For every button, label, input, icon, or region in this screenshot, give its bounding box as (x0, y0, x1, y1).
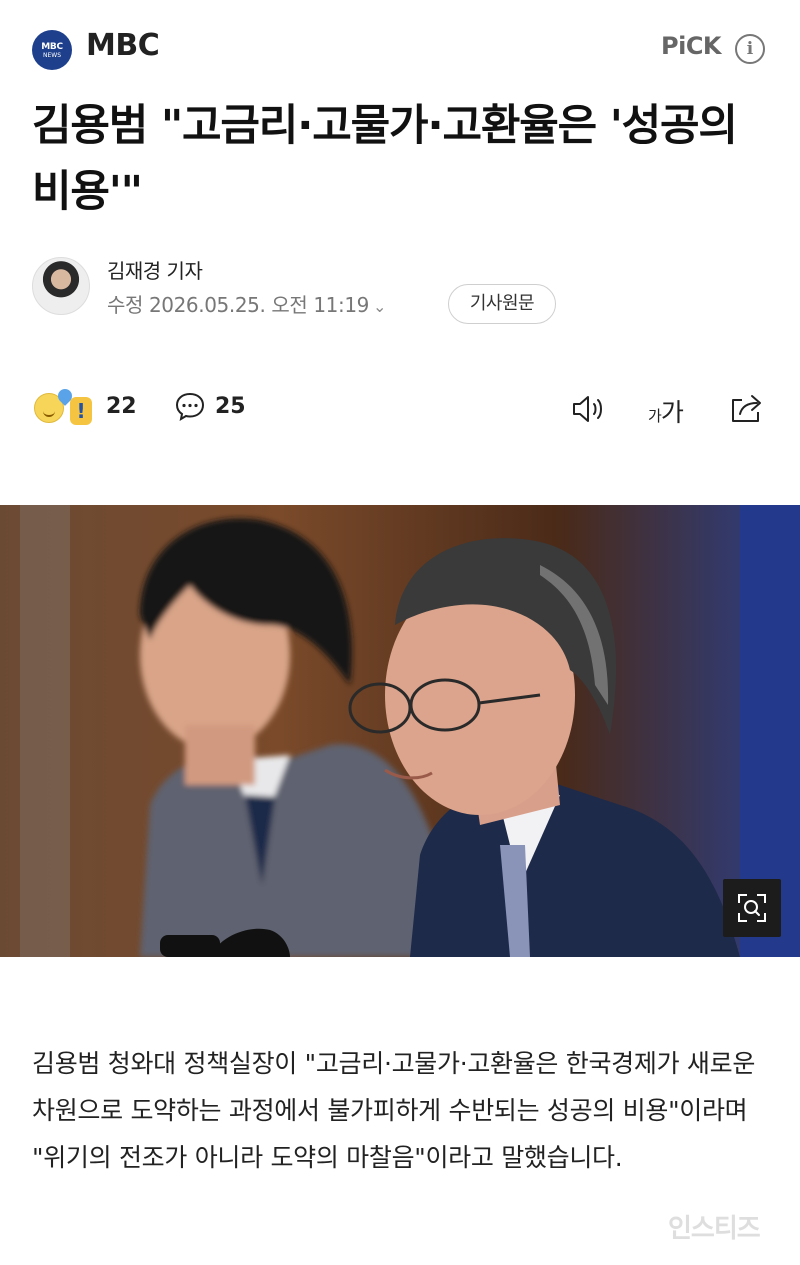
press-logo-line2: NEWS (42, 51, 62, 59)
speaker-icon[interactable] (570, 393, 610, 425)
reaction-button[interactable]: ! (34, 386, 100, 429)
press-briefing-photo (0, 505, 800, 957)
chevron-down-icon[interactable]: ⌄ (373, 297, 386, 316)
share-icon[interactable] (728, 391, 766, 425)
info-icon[interactable]: i (735, 34, 765, 64)
pick-badge: PiCK (661, 32, 722, 60)
exclamation-emoji-icon: ! (70, 397, 92, 425)
press-logo[interactable]: MBC NEWS (32, 30, 72, 70)
article-body: 김용범 청와대 정책실장이 "고금리·고물가·고환율은 한국경제가 새로운 차원… (32, 1049, 756, 1172)
date-text: 수정 2026.05.25. 오전 11:19 (107, 293, 369, 317)
original-article-button[interactable]: 기사원문 (448, 284, 556, 324)
article-headline: 김용범 "고금리·고물가·고환율은 '성공의 비용'" (32, 101, 738, 217)
photo-zoom-button[interactable] (723, 879, 781, 937)
date-line[interactable]: 수정 2026.05.25. 오전 11:19 ⌄ (107, 289, 386, 318)
font-size-small-label: 가 (648, 407, 662, 425)
author-name[interactable]: 김재경 기자 (107, 255, 203, 284)
author-row: 김재경 기자 수정 2026.05.25. 오전 11:19 ⌄ 기사원문 (32, 255, 772, 335)
action-row: ! 22 25 가가 (32, 385, 772, 435)
article-photo[interactable] (0, 505, 800, 957)
press-name[interactable]: MBC (86, 28, 160, 63)
watermark: 인스티즈 (668, 1214, 761, 1244)
font-size-big-label: 가 (660, 398, 684, 427)
press-logo-line1: MBC (41, 41, 63, 52)
reaction-count[interactable]: 22 (106, 394, 137, 419)
zoom-icon (738, 894, 766, 922)
comment-count[interactable]: 25 (215, 394, 246, 419)
author-avatar[interactable] (32, 257, 90, 315)
font-size-button[interactable]: 가가 (648, 393, 684, 429)
comment-icon[interactable] (174, 391, 206, 421)
top-bar: MBC NEWS MBC PiCK i (0, 0, 800, 96)
